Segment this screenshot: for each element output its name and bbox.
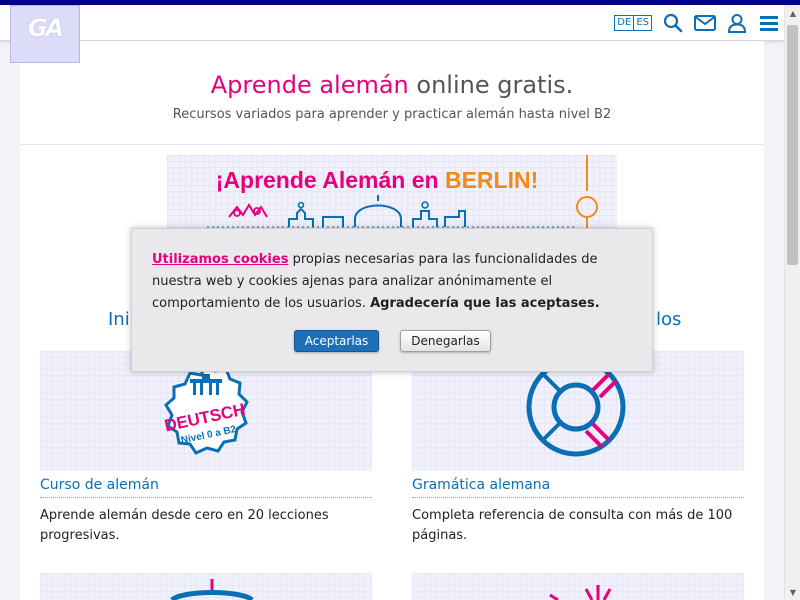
card-curso[interactable]: DEUTSCH Nivel 0 a B2 Curso de alemán Apr… bbox=[40, 351, 372, 546]
globe-icon bbox=[170, 579, 254, 600]
user-icon[interactable] bbox=[726, 12, 748, 34]
header-icons: DE ES bbox=[614, 11, 780, 35]
language-switcher[interactable]: DE ES bbox=[614, 13, 652, 33]
deny-cookies-button[interactable]: Denegarlas bbox=[400, 330, 491, 352]
menu-icon[interactable] bbox=[758, 12, 780, 34]
scroll-down-arrow-icon[interactable]: ▼ bbox=[785, 584, 800, 600]
title-accent: Aprende alemán bbox=[210, 71, 409, 99]
accept-cookies-button[interactable]: Aceptarlas bbox=[294, 330, 379, 352]
card-gramatica-desc: Completa referencia de consulta con más … bbox=[412, 508, 733, 543]
page-title: Aprende alemán online gratis. bbox=[20, 71, 764, 99]
lang-de[interactable]: DE bbox=[614, 15, 635, 31]
scroll-thumb[interactable] bbox=[787, 25, 798, 265]
section-title-left: Ini bbox=[108, 309, 130, 330]
page-subtitle: Recursos variados para aprender y practi… bbox=[172, 107, 612, 122]
scroll-up-arrow-icon[interactable]: ▲ bbox=[785, 5, 800, 21]
card-curso-desc: Aprende alemán desde cero en 20 leccione… bbox=[40, 508, 329, 543]
sun-icon bbox=[549, 585, 612, 600]
card-partial-left[interactable] bbox=[40, 573, 372, 600]
cookie-message: Utilizamos cookies propias necesarias pa… bbox=[152, 249, 642, 315]
logo-text: GA bbox=[27, 14, 64, 42]
cookie-consent-dialog: Utilizamos cookies propias necesarias pa… bbox=[131, 228, 653, 372]
section-title-right: los bbox=[656, 309, 682, 330]
cookie-policy-link[interactable]: Utilizamos cookies bbox=[152, 252, 288, 267]
site-header: DE ES bbox=[0, 5, 784, 41]
card-partial-right-image[interactable] bbox=[412, 573, 744, 600]
search-icon[interactable] bbox=[662, 12, 684, 34]
site-logo[interactable]: GA bbox=[10, 5, 80, 63]
vertical-scrollbar[interactable]: ▲ ▼ bbox=[784, 5, 800, 600]
hero-section: Aprende alemán online gratis. Recursos v… bbox=[20, 41, 764, 145]
card-partial-right[interactable] bbox=[412, 573, 744, 600]
card-partial-left-image[interactable] bbox=[40, 573, 372, 600]
cookie-request: Agradecería que las aceptases. bbox=[370, 296, 600, 311]
card-gramatica[interactable]: Gramática alemana Completa referencia de… bbox=[412, 351, 744, 546]
lang-es[interactable]: ES bbox=[633, 15, 652, 31]
card-gramatica-title[interactable]: Gramática alemana bbox=[412, 477, 744, 498]
title-rest: online gratis. bbox=[408, 71, 574, 99]
card-curso-title[interactable]: Curso de alemán bbox=[40, 477, 372, 498]
mail-icon[interactable] bbox=[694, 12, 716, 34]
